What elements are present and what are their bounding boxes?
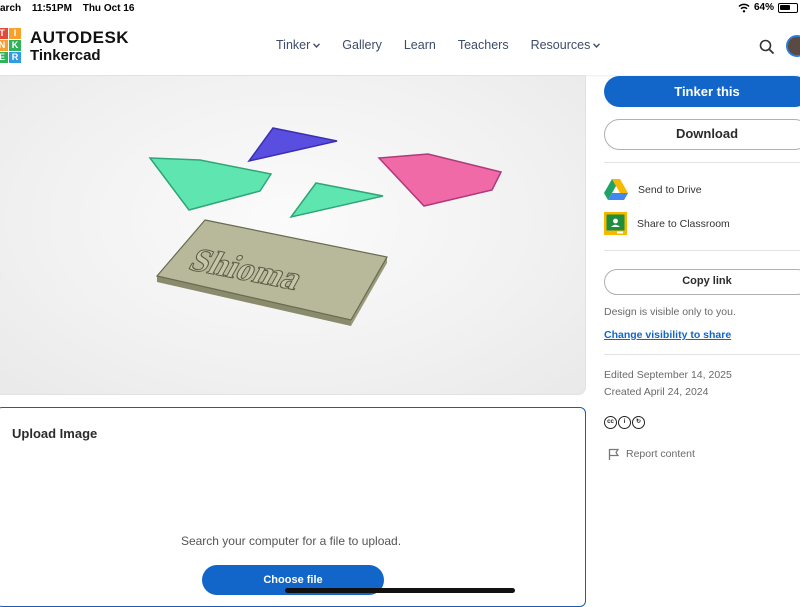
logo-letter-tile: R [9,52,21,63]
upload-image-panel: Upload Image Search your computer for a … [0,407,586,607]
logo-letter-tile: I [9,28,21,39]
search-icon[interactable] [759,39,775,55]
nav-teachers[interactable]: Teachers [458,38,509,52]
battery-icon [778,2,798,13]
google-drive-icon [604,179,628,200]
brand-wordmark[interactable]: AUTODESK Tinkercad [30,28,130,65]
logo-letter-tile: K [9,40,21,51]
upload-title: Upload Image [12,426,98,441]
copy-link-button[interactable]: Copy link [604,269,800,295]
status-date: Thu Oct 16 [82,3,135,14]
created-date: Created April 24, 2024 [604,386,709,398]
divider [604,354,800,355]
divider [604,162,800,163]
mint-shape-left [148,157,273,211]
battery-percent: 64% [753,2,774,13]
pink-shape [377,153,503,207]
design-preview[interactable]: Shioma [0,75,586,395]
upload-hint: Search your computer for a file to uploa… [180,534,402,548]
purple-triangle-shape [247,127,338,163]
divider [604,250,800,251]
report-content-label: Report content [626,448,695,460]
send-to-drive-button[interactable]: Send to Drive [604,179,702,200]
brand-autodesk: AUTODESK [30,28,130,47]
main-nav: Tinker Gallery Learn Teachers Resources [276,38,601,52]
site-header: TINKER AUTODESK Tinkercad Tinker Gallery… [0,17,800,75]
nav-learn[interactable]: Learn [404,38,436,52]
status-bar: arch 11:51PM Thu Oct 16 64% [0,0,800,17]
tinker-this-button[interactable]: Tinker this [604,76,800,107]
avatar[interactable] [786,35,800,57]
logo-letter-tile: T [0,28,8,39]
flag-icon [608,448,620,460]
nav-resources[interactable]: Resources [531,38,601,52]
share-to-classroom-button[interactable]: Share to Classroom [604,212,730,235]
change-visibility-link[interactable]: Change visibility to share [604,329,731,341]
send-to-drive-label: Send to Drive [638,183,702,196]
nav-gallery[interactable]: Gallery [342,38,382,52]
google-classroom-icon [604,212,627,235]
cc-icon: cc [604,416,617,429]
chevron-down-icon [313,42,321,48]
edited-date: Edited September 14, 2025 [604,369,732,381]
status-app: arch [0,3,22,14]
brand-tinkercad: Tinkercad [30,47,101,64]
nav-resources-label: Resources [530,38,591,52]
report-content-link[interactable]: Report content [608,448,695,460]
share-alike-icon: ↻ [632,416,645,429]
mint-shape-middle [289,182,384,219]
share-to-classroom-label: Share to Classroom [637,217,730,230]
logo-letter-tile: N [0,40,8,51]
logo-letter-tile: E [0,52,8,63]
status-time: 11:51PM [31,3,72,14]
visibility-note: Design is visible only to you. [604,306,736,318]
tinkercad-logo[interactable]: TINKER [0,28,22,64]
chevron-down-icon [593,42,601,48]
nav-tinker[interactable]: Tinker [276,38,321,52]
nav-tinker-label: Tinker [276,38,311,52]
attribution-icon: i [618,416,631,429]
home-indicator[interactable] [285,588,515,593]
download-button[interactable]: Download [604,119,800,150]
wifi-icon [738,3,750,12]
preview-canvas: Shioma [148,127,503,326]
creative-commons-license[interactable]: cc i ↻ [604,416,645,429]
